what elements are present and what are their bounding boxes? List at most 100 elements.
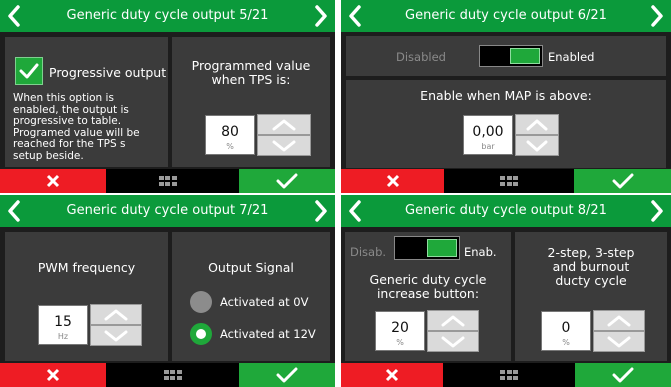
increase-button[interactable] [593,310,645,331]
increase-value-field[interactable]: 20 % [375,311,425,351]
decrease-button[interactable] [427,331,479,352]
chevron-up-icon [526,119,548,130]
progressive-panel: Progressive output When this option is e… [5,37,168,167]
grid-menu-icon [500,176,518,186]
enable-toggle[interactable] [394,236,460,260]
chevron-down-icon [607,336,631,347]
next-button[interactable] [307,195,335,227]
chevron-down-icon [526,140,548,151]
increase-button-panel: Disab. Enab. Generic duty cycle increase… [345,232,511,361]
toggle-on-label: Enabled [548,50,595,64]
next-button[interactable] [307,0,335,32]
two-step-value-field[interactable]: 0 % [541,311,591,351]
chevron-up-icon [441,315,465,326]
content: Disabled Enabled Enable when MAP is abov… [341,32,671,169]
checkmark-icon [276,367,298,383]
screen-output-8: Generic duty cycle output 8/21 Disab. En… [341,195,671,387]
option-label: Activated at 0V [220,295,309,309]
tps-value-field[interactable]: 80 % [205,115,255,155]
footer [341,169,671,193]
increase-button[interactable] [257,114,311,135]
chevron-down-icon [104,330,128,341]
decrease-button[interactable] [515,135,559,156]
checkmark-icon [612,367,634,383]
value-text: 15 [54,314,72,330]
value-text: 0,00 [472,124,504,140]
option-0v[interactable]: Activated at 0V [190,291,308,313]
two-step-panel: 2-step, 3-step and burnout ducty cycle 0… [515,232,667,361]
toggle-knob [510,48,540,64]
description-text: When this option is enabled, the output … [13,92,140,162]
chevron-right-icon [315,200,327,222]
output-signal-label: Output Signal [208,260,294,275]
grid-menu-icon [163,370,182,380]
page-title: Generic duty cycle output 6/21 [405,8,607,23]
map-panel: Enable when MAP is above: 0,00 bar [346,80,666,168]
footer [0,363,335,387]
cancel-button[interactable] [0,363,106,387]
radio-selected[interactable] [190,323,212,345]
cancel-button[interactable] [341,169,444,193]
menu-button[interactable] [106,169,229,193]
checkmark-icon [276,173,298,189]
next-button[interactable] [643,0,671,32]
increase-button[interactable] [427,310,479,331]
unit-text: % [562,338,570,347]
progressive-output-checkbox[interactable] [15,57,43,85]
screen-output-5: Generic duty cycle output 5/21 Progressi… [0,0,335,193]
chevron-right-icon [651,5,663,27]
chevron-down-icon [272,140,296,151]
close-icon [386,174,399,188]
chevron-up-icon [272,119,296,130]
grid-menu-icon [500,370,518,380]
pwm-value-field[interactable]: 15 Hz [38,305,88,345]
pwm-panel: PWM frequency 15 Hz [5,232,168,361]
value-text: 0 [561,320,571,336]
radio-unselected[interactable] [190,291,212,313]
pwm-label: PWM frequency [37,260,136,275]
confirm-button[interactable] [575,363,671,387]
confirm-button[interactable] [239,169,335,193]
close-icon [46,174,60,188]
decrease-button[interactable] [90,325,142,346]
header: Generic duty cycle output 8/21 [341,195,671,227]
menu-button[interactable] [444,169,574,193]
checkmark-icon [612,173,633,189]
toggle-off-label: Disabled [396,50,446,64]
tps-label: Programmed value when TPS is: [191,58,311,87]
page-title: Generic duty cycle output 5/21 [66,8,269,23]
map-value-field[interactable]: 0,00 bar [463,115,513,155]
increase-button[interactable] [515,114,559,135]
confirm-button[interactable] [239,363,335,387]
chevron-up-icon [104,309,128,320]
menu-button[interactable] [106,363,239,387]
decrease-button[interactable] [257,135,311,156]
cancel-button[interactable] [0,169,106,193]
menu-button[interactable] [443,363,575,387]
enable-toggle[interactable] [479,45,543,67]
next-button[interactable] [643,195,671,227]
toggle-knob [427,239,457,257]
decrease-button[interactable] [593,331,645,352]
increase-button[interactable] [90,304,142,325]
page-title: Generic duty cycle output 7/21 [66,203,269,218]
footer [0,169,335,193]
header: Generic duty cycle output 6/21 [341,0,671,32]
confirm-button[interactable] [574,169,671,193]
chevron-right-icon [651,200,663,222]
option-12v[interactable]: Activated at 12V [190,323,316,345]
toggle-on-label: Enab. [464,245,497,259]
increase-button-label: Generic duty cycle increase button: [369,272,487,301]
option-label: Activated at 12V [220,327,316,341]
cancel-button[interactable] [341,363,443,387]
checkbox-label: Progressive output [49,65,167,80]
output-signal-panel: Output Signal Activated at 0V Activated … [172,232,330,361]
page-title: Generic duty cycle output 8/21 [405,203,607,218]
header: Generic duty cycle output 5/21 [0,0,335,32]
unit-text: Hz [57,332,69,341]
header: Generic duty cycle output 7/21 [0,195,335,227]
close-icon [385,368,399,382]
chevron-right-icon [315,5,327,27]
value-text: 20 [391,320,409,336]
map-label: Enable when MAP is above: [420,88,592,103]
